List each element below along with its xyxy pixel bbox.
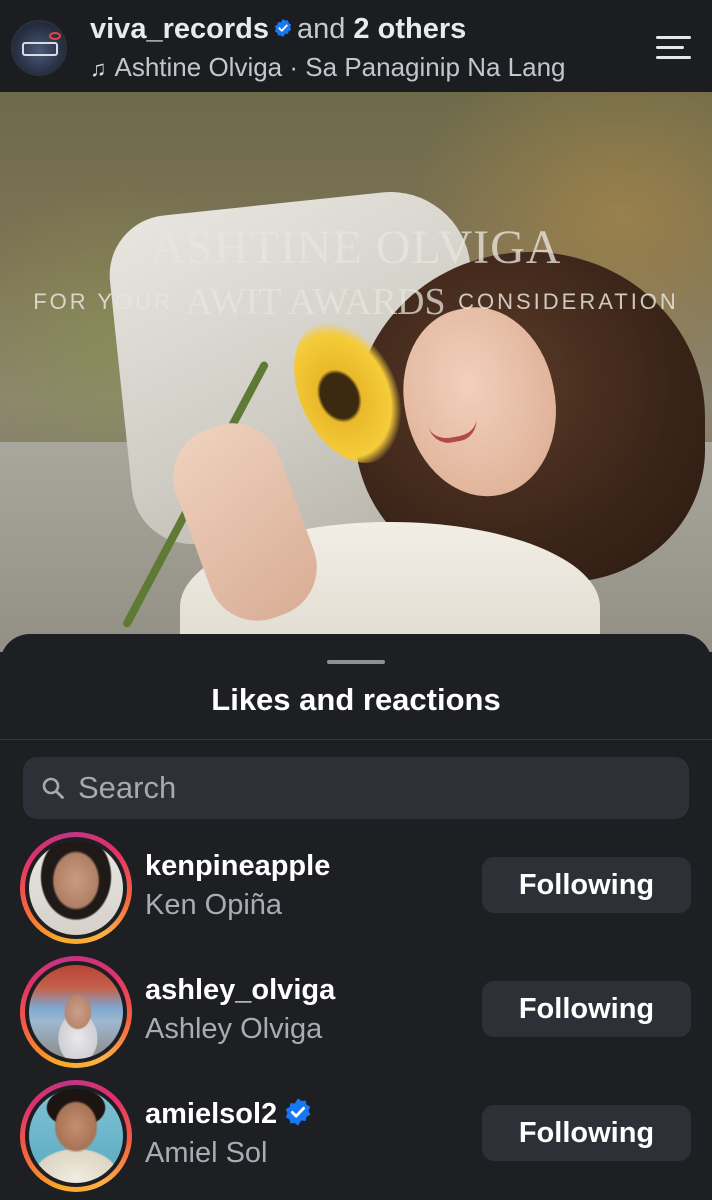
sheet-grabber-handle[interactable]: [327, 660, 385, 664]
following-button[interactable]: Following: [482, 857, 691, 913]
search-input[interactable]: [78, 757, 668, 819]
audio-attribution[interactable]: ♫ Ashtine Olviga · Sa Panaginip Na Lang: [90, 51, 566, 85]
story-ring[interactable]: [20, 832, 132, 944]
post-header: viva_records and 2 others ♫ Ashtine Olvig…: [0, 0, 712, 92]
liker-username[interactable]: amielsol2: [145, 1098, 277, 1130]
story-ring[interactable]: [20, 956, 132, 1068]
owner-avatar[interactable]: [11, 20, 67, 76]
post-owners: viva_records and 2 others: [90, 12, 466, 46]
audio-separator: ·: [289, 52, 299, 82]
owner-username[interactable]: viva_records: [90, 13, 269, 45]
liker-full-name: Ken Opiña: [145, 889, 283, 921]
list-item[interactable]: kenpineapple Ken Opiña Following: [0, 832, 712, 952]
liker-full-name: Ashley Olviga: [145, 1013, 323, 1045]
liker-username[interactable]: ashley_olviga: [145, 974, 335, 1007]
poster-subtitle: FOR YOUR AWIT AWARDS CONSIDERATION: [33, 281, 679, 323]
logo-accent: [49, 32, 61, 40]
music-note-icon: ♫: [90, 56, 107, 81]
audio-track: Sa Panaginip Na Lang: [305, 52, 566, 82]
list-item[interactable]: ashley_olviga Ashley Olviga Following: [0, 956, 712, 1076]
search-bar[interactable]: [23, 757, 689, 819]
logo-mark: [22, 42, 58, 56]
sheet-title: Likes and reactions: [211, 682, 501, 717]
owners-joiner: and: [296, 13, 346, 45]
avatar: [29, 965, 123, 1059]
poster-title: ASHTINE OLVIGA: [150, 221, 562, 274]
liker-username-row[interactable]: amielsol2: [145, 1098, 313, 1131]
liker-username[interactable]: kenpineapple: [145, 850, 330, 883]
verified-badge-icon: [285, 1098, 311, 1127]
avatar: [29, 1089, 123, 1183]
story-ring[interactable]: [20, 1080, 132, 1192]
likes-sheet: Likes and reactions kenpineapple Ken Opi…: [0, 634, 712, 1200]
following-button[interactable]: Following: [482, 981, 691, 1037]
other-owners-link[interactable]: 2 others: [353, 13, 466, 45]
divider: [0, 739, 712, 740]
audio-artist: Ashtine Olviga: [114, 52, 283, 82]
post-photo[interactable]: ASHTINE OLVIGA FOR YOUR AWIT AWARDS CONS…: [0, 92, 712, 652]
liker-full-name: Amiel Sol: [145, 1137, 268, 1169]
avatar: [29, 841, 123, 935]
search-icon: [42, 777, 64, 799]
following-button[interactable]: Following: [482, 1105, 691, 1161]
verified-badge-icon: [274, 19, 292, 38]
menu-icon[interactable]: [656, 36, 691, 59]
list-item[interactable]: amielsol2 Amiel Sol Following: [0, 1080, 712, 1200]
